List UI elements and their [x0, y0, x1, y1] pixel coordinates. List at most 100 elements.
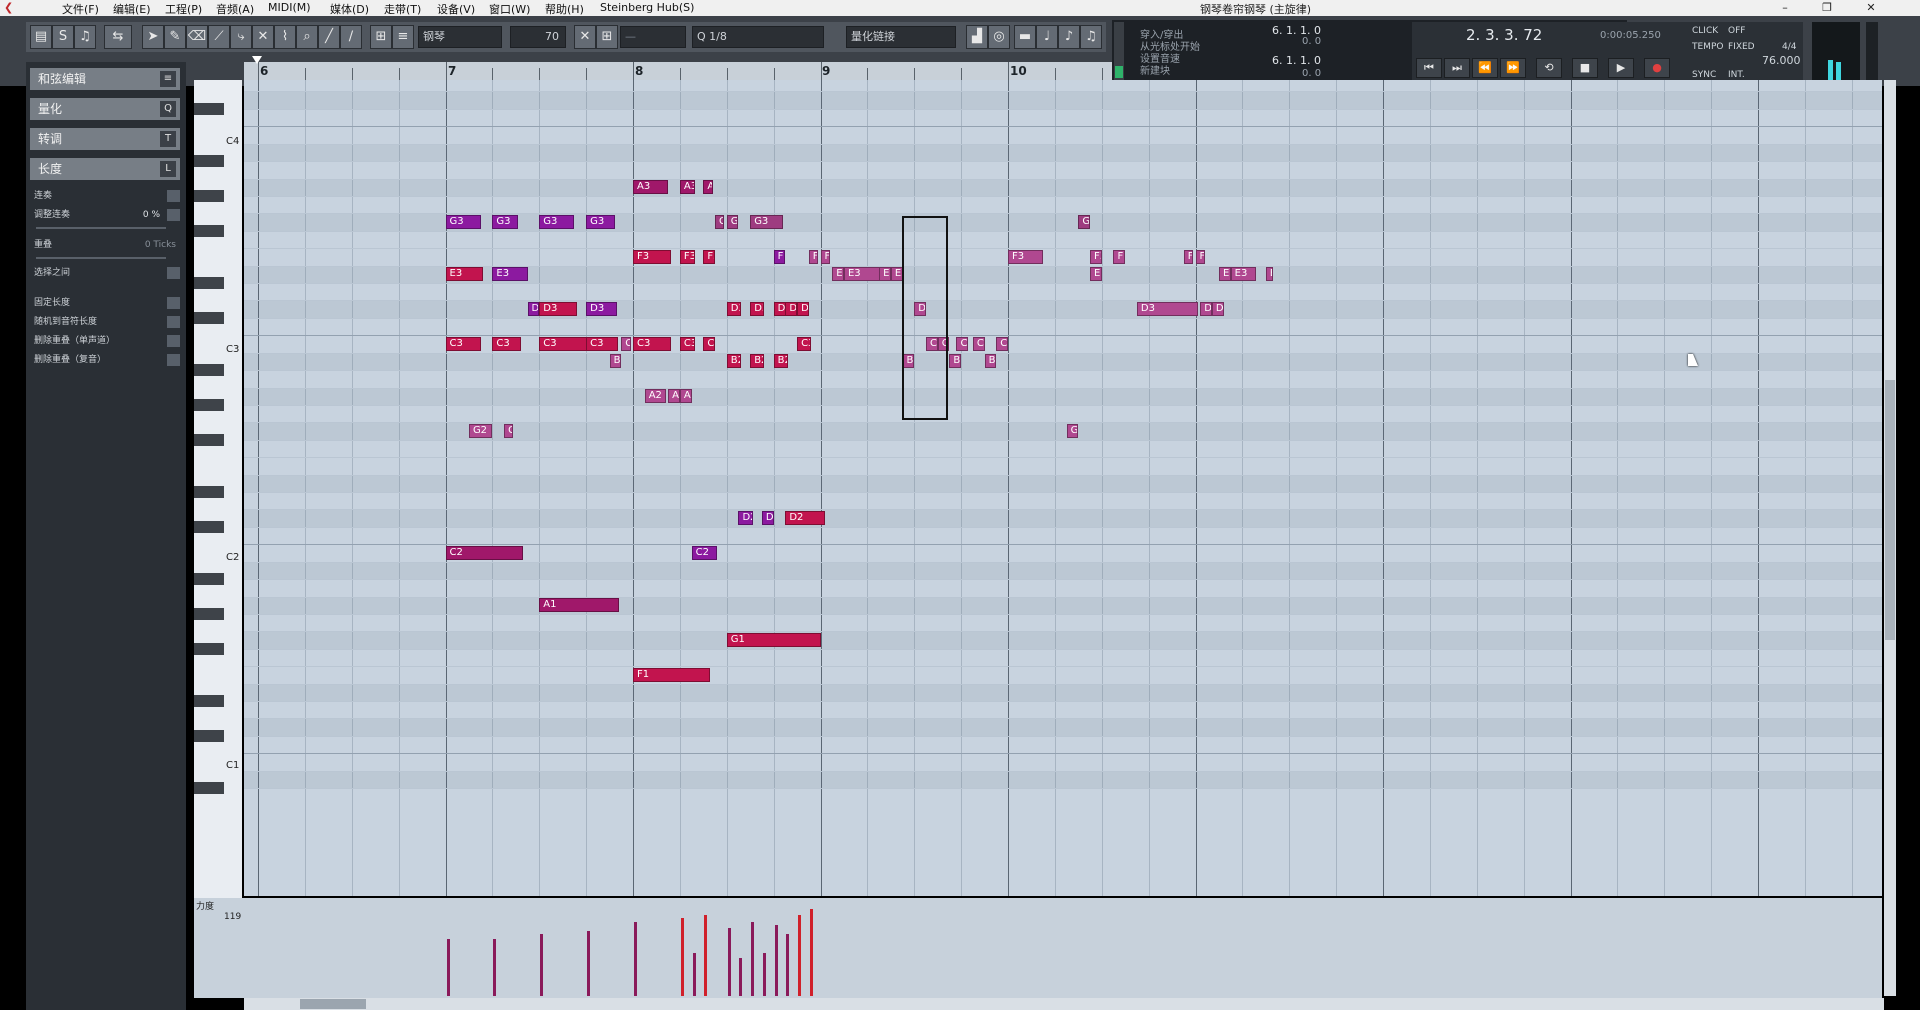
- step-input-icon[interactable]: ▬: [1014, 25, 1036, 49]
- cubase-logo-icon[interactable]: ❮: [4, 1, 13, 14]
- stop-button[interactable]: ■: [1572, 58, 1598, 78]
- midi-note[interactable]: F3: [820, 249, 830, 264]
- midi-note[interactable]: C3: [445, 337, 481, 351]
- ab-edit-icon[interactable]: ⊞: [370, 25, 392, 49]
- black-key[interactable]: [194, 782, 224, 795]
- velocity-bar[interactable]: [809, 908, 813, 996]
- record-button[interactable]: ●: [1644, 58, 1670, 78]
- midi-note[interactable]: G3: [539, 215, 575, 230]
- midi-note[interactable]: B2: [984, 354, 997, 369]
- zoom-icon[interactable]: ⌕: [296, 25, 318, 49]
- velocity-bar[interactable]: [692, 953, 696, 996]
- midi-note[interactable]: D2: [738, 511, 753, 526]
- midi-note[interactable]: A3: [703, 180, 713, 195]
- chord-icon[interactable]: ▟: [966, 25, 988, 49]
- overlap-row[interactable]: 重叠 0 Ticks: [34, 237, 182, 253]
- midi-note[interactable]: F3: [703, 249, 716, 264]
- midi-note[interactable]: G2: [468, 424, 493, 439]
- black-key[interactable]: [194, 276, 224, 290]
- velocity-bar[interactable]: [680, 918, 684, 996]
- adjust-legato-button[interactable]: [167, 209, 180, 221]
- midi-note[interactable]: G2: [504, 424, 514, 439]
- midi-note[interactable]: F3: [1090, 249, 1102, 264]
- midi-note[interactable]: E3: [445, 267, 483, 282]
- inspector-length[interactable]: 长度 L: [30, 158, 180, 180]
- menu-help[interactable]: 帮助(H): [545, 1, 584, 17]
- black-key[interactable]: [194, 485, 224, 499]
- adjust-legato-row[interactable]: 调整连奏 0 %: [34, 207, 182, 223]
- adjust-legato-value[interactable]: 0 %: [143, 207, 160, 223]
- midi-note[interactable]: C3: [679, 337, 696, 351]
- length-key-icon[interactable]: L: [160, 161, 176, 177]
- midi-note[interactable]: B2: [949, 354, 962, 369]
- ruler[interactable]: [244, 62, 880, 80]
- inspector-chord-edit[interactable]: 和弦编辑 ≡: [30, 68, 180, 90]
- velocity-bar[interactable]: [727, 927, 731, 996]
- midi-note[interactable]: F3: [679, 249, 696, 264]
- track-color-icon[interactable]: ≡: [392, 25, 414, 49]
- cycle-button[interactable]: ⟲: [1536, 58, 1562, 78]
- mute-icon[interactable]: ∕: [340, 25, 362, 49]
- midi-note[interactable]: E3: [1230, 267, 1257, 282]
- menu-media[interactable]: 媒体(D): [330, 1, 369, 17]
- midi-note[interactable]: E3: [1265, 267, 1273, 282]
- overlap-value[interactable]: 0 Ticks: [145, 237, 176, 253]
- note-grid[interactable]: A3A3A3G3G3G3G3G3G3G3G3F3F3F3F3F3F3F3F3F3…: [244, 80, 1882, 896]
- midi-note[interactable]: C3: [492, 337, 522, 351]
- midi-note[interactable]: C3: [633, 337, 671, 351]
- midi-note[interactable]: E3: [492, 267, 528, 282]
- black-key[interactable]: [194, 573, 224, 586]
- midi-note[interactable]: G3: [750, 215, 783, 230]
- midi-note[interactable]: E3: [1218, 267, 1231, 282]
- black-key[interactable]: [194, 189, 224, 203]
- midi-note[interactable]: C3: [972, 337, 985, 351]
- velocity-bar[interactable]: [751, 921, 755, 996]
- midi-note[interactable]: D3: [726, 302, 741, 317]
- metronome-icon[interactable]: ◎: [988, 25, 1010, 49]
- brush-icon[interactable]: ⟋: [208, 25, 230, 49]
- track-name-field[interactable]: 钢琴: [418, 26, 502, 48]
- selection-rectangle[interactable]: [902, 216, 948, 420]
- midi-note[interactable]: F3: [808, 249, 819, 264]
- play-button[interactable]: ▶: [1608, 58, 1634, 78]
- legato-apply-button[interactable]: [167, 190, 180, 202]
- right-locator[interactable]: 6. 1. 1. 0: [1272, 54, 1321, 67]
- time-signature[interactable]: 4/4: [1782, 42, 1796, 52]
- quantize-field[interactable]: Q 1/8: [692, 26, 824, 48]
- black-key[interactable]: [194, 155, 224, 168]
- black-key[interactable]: [194, 729, 224, 742]
- midi-note[interactable]: F3: [1195, 249, 1205, 264]
- black-key[interactable]: [194, 694, 224, 708]
- autoscroll-icon[interactable]: ⇆: [104, 25, 132, 49]
- menu-transport[interactable]: 走带(T): [384, 1, 421, 17]
- midi-note[interactable]: B2: [726, 354, 741, 369]
- midi-note[interactable]: F1: [633, 667, 711, 682]
- midi-note[interactable]: E3: [832, 267, 844, 282]
- midi-note[interactable]: F3: [1008, 249, 1044, 264]
- velocity-bar[interactable]: [739, 958, 743, 996]
- midi-note[interactable]: D2: [785, 511, 826, 526]
- midi-note[interactable]: E3: [890, 267, 903, 282]
- midi-note[interactable]: D3: [1136, 302, 1198, 317]
- midi-note[interactable]: E3: [1090, 267, 1102, 282]
- transport-position[interactable]: 2. 3. 3. 72: [1466, 26, 1542, 44]
- between-selected-row[interactable]: 选择之间: [34, 265, 182, 281]
- playhead-marker-icon[interactable]: [252, 56, 262, 64]
- midi-note[interactable]: B2: [773, 354, 788, 369]
- menu-file[interactable]: 文件(F): [62, 1, 99, 17]
- midi-note[interactable]: C2: [445, 546, 523, 560]
- menu-midi[interactable]: MIDI(M): [268, 1, 311, 14]
- sync-label[interactable]: SYNC: [1692, 70, 1716, 80]
- midi-note[interactable]: A2: [644, 389, 666, 404]
- delete-overlap-mono-button[interactable]: [167, 335, 180, 347]
- random-length-row[interactable]: 随机到音符长度: [34, 314, 182, 330]
- transport-time[interactable]: 0:00:05.250: [1600, 30, 1661, 41]
- midi-note[interactable]: D3: [785, 302, 798, 317]
- midi-note[interactable]: G2: [1066, 424, 1079, 439]
- rewind-button[interactable]: ⏪: [1472, 58, 1498, 78]
- chord-assist-icon[interactable]: ♫: [1080, 25, 1102, 49]
- go-to-end-button[interactable]: ⏭: [1444, 58, 1470, 78]
- menu-project[interactable]: 工程(P): [165, 1, 202, 17]
- close-button[interactable]: ✕: [1856, 0, 1886, 16]
- midi-note[interactable]: F3: [1113, 249, 1126, 264]
